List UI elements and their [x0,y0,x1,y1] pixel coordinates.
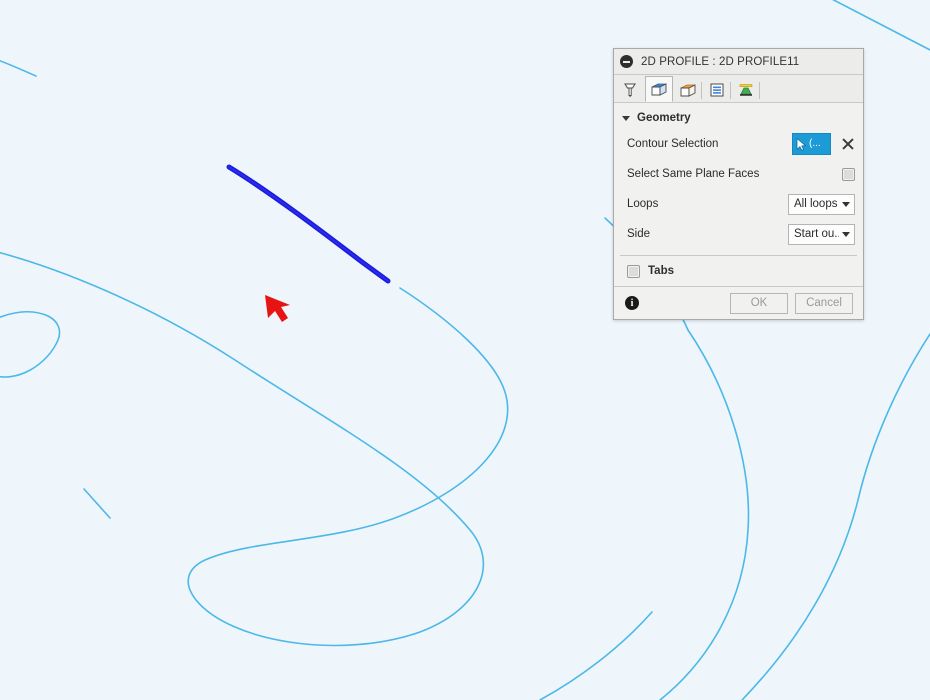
side-row: Side Start ou... [614,219,863,249]
cad-application-window: 2D PROFILE : 2D PROFILE11 Geometry Conto… [0,0,930,700]
tab-heights[interactable] [674,76,702,102]
side-dropdown[interactable]: Start ou... [788,223,855,245]
contour-selection-button[interactable]: (... [792,133,831,155]
tab-separator [759,82,760,99]
blue-cube-icon [651,83,667,96]
geometry-group-label: Geometry [637,112,691,124]
dialog-body: Geometry Contour Selection (... Select S… [614,107,863,286]
sketch-curve-outer-arc [741,333,930,700]
tab-tool[interactable] [616,76,644,102]
mouse-pointer-icon [796,137,806,151]
operation-dialog: 2D PROFILE : 2D PROFILE11 Geometry Conto… [613,48,864,320]
passes-stripes-icon [710,83,724,96]
sketch-curve-main-loop [0,251,509,647]
clear-x-icon[interactable] [841,137,855,151]
loops-row: Loops All loops [614,189,863,219]
loops-label: Loops [627,198,659,210]
dialog-titlebar[interactable]: 2D PROFILE : 2D PROFILE11 [614,49,863,75]
linking-ramp-icon [739,83,753,96]
dialog-title: 2D PROFILE : 2D PROFILE11 [641,55,800,68]
tab-separator [701,82,702,99]
sketch-curve-top-left [0,59,37,77]
chevron-down-icon [842,201,850,207]
select-same-plane-faces-checkbox[interactable] [842,167,855,181]
dialog-tabstrip [614,75,863,103]
info-circle-icon[interactable]: i [625,296,639,310]
side-label: Side [627,228,651,240]
tab-geometry[interactable] [645,76,673,102]
sketch-curve-hook [0,310,61,378]
tabs-section-label: Tabs [648,265,674,277]
contour-selection-button-text: (... [809,138,821,149]
ok-button[interactable]: OK [730,292,788,314]
tabs-section-row: Tabs [614,256,863,286]
loops-dropdown-value: All loops [794,198,838,210]
sketch-curve-tail [83,488,111,519]
tabs-checkbox[interactable] [627,264,640,278]
collapse-minus-icon[interactable] [620,55,633,68]
endmill-tool-icon [624,83,636,97]
side-dropdown-value: Start ou... [794,228,839,240]
tab-separator [730,82,731,99]
sketch-curve-bottom [539,611,653,700]
orange-cube-icon [680,83,696,97]
cancel-button[interactable]: Cancel [795,292,853,314]
sketch-curve-top-right [831,0,930,51]
geometry-group-header[interactable]: Geometry [614,107,863,129]
sketch-curve-right-arc [659,329,750,700]
select-same-plane-faces-row: Select Same Plane Faces [614,159,863,189]
contour-selection-label: Contour Selection [627,138,719,150]
dialog-footer: i OK Cancel [614,286,863,319]
loops-dropdown[interactable]: All loops [788,193,855,215]
tab-passes[interactable] [703,76,731,102]
chevron-down-icon [622,115,630,121]
select-same-plane-faces-label: Select Same Plane Faces [627,168,760,180]
chevron-down-icon [842,231,850,237]
red-arrow-cursor [265,295,290,322]
tab-linking[interactable] [732,76,760,102]
contour-selection-row: Contour Selection (... [614,129,863,159]
